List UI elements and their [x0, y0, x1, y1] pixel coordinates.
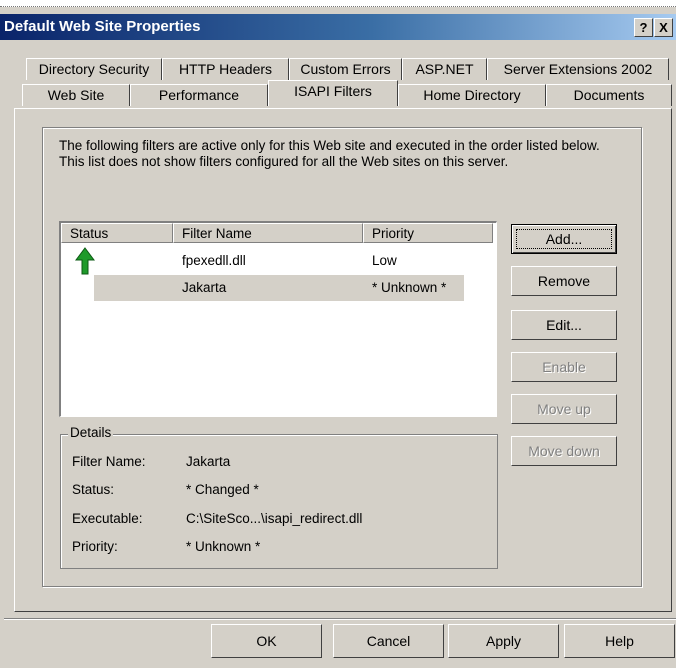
filter-name-value: Jakarta — [186, 454, 231, 469]
status-value: * Changed * — [186, 482, 259, 497]
tab-performance[interactable]: Performance — [130, 84, 268, 106]
filter-list[interactable]: Status Filter Name Priority fpexedll.dll… — [59, 221, 497, 417]
ok-button[interactable]: OK — [211, 624, 322, 658]
executable-value: C:\SiteSco...\isapi_redirect.dll — [186, 511, 363, 526]
window-title: Default Web Site Properties — [4, 18, 201, 35]
priority-label: Priority: — [72, 539, 118, 554]
add-button[interactable]: Add... — [511, 224, 617, 254]
focus-rectangle — [516, 229, 612, 249]
description-text: The following filters are active only fo… — [59, 138, 600, 169]
tab-server-extensions[interactable]: Server Extensions 2002 — [487, 58, 669, 80]
tab-isapi-filters[interactable]: ISAPI Filters — [268, 80, 398, 106]
priority-cell: Low — [372, 253, 397, 268]
dialog-separator — [4, 618, 676, 620]
tab-custom-errors[interactable]: Custom Errors — [289, 58, 402, 80]
filter-name-cell: Jakarta — [182, 280, 227, 295]
tab-home-directory[interactable]: Home Directory — [398, 84, 546, 106]
help-button[interactable]: Help — [564, 624, 675, 658]
edit-button[interactable]: Edit... — [511, 310, 617, 340]
tab-http-headers[interactable]: HTTP Headers — [162, 58, 289, 80]
move-up-button[interactable]: Move up — [511, 394, 617, 424]
close-icon[interactable]: X — [654, 18, 673, 37]
tab-asp-net[interactable]: ASP.NET — [402, 58, 487, 80]
priority-cell: * Unknown * — [372, 280, 447, 295]
tab-web-site[interactable]: Web Site — [22, 84, 130, 106]
properties-dialog: Default Web Site Properties ? X Director… — [0, 0, 676, 668]
filter-name-cell: fpexedll.dll — [182, 253, 246, 268]
cancel-button[interactable]: Cancel — [333, 624, 444, 658]
executable-label: Executable: — [72, 511, 143, 526]
move-down-button[interactable]: Move down — [511, 436, 617, 466]
status-label: Status: — [72, 482, 115, 497]
filter-name-label: Filter Name: — [72, 454, 146, 469]
title-bar[interactable]: Default Web Site Properties ? X — [0, 14, 676, 40]
column-header-filter-name[interactable]: Filter Name — [173, 223, 363, 243]
column-header-status[interactable]: Status — [61, 223, 173, 243]
top-border — [0, 0, 676, 7]
details-legend: Details — [68, 425, 114, 440]
help-icon[interactable]: ? — [634, 18, 653, 37]
column-header-priority[interactable]: Priority — [363, 223, 493, 243]
tab-documents[interactable]: Documents — [546, 84, 672, 106]
apply-button[interactable]: Apply — [448, 624, 559, 658]
tab-directory-security[interactable]: Directory Security — [26, 58, 162, 80]
enable-button[interactable]: Enable — [511, 352, 617, 382]
remove-button[interactable]: Remove — [511, 266, 617, 296]
priority-value: * Unknown * — [186, 539, 261, 554]
green-up-arrow-icon — [75, 247, 95, 275]
